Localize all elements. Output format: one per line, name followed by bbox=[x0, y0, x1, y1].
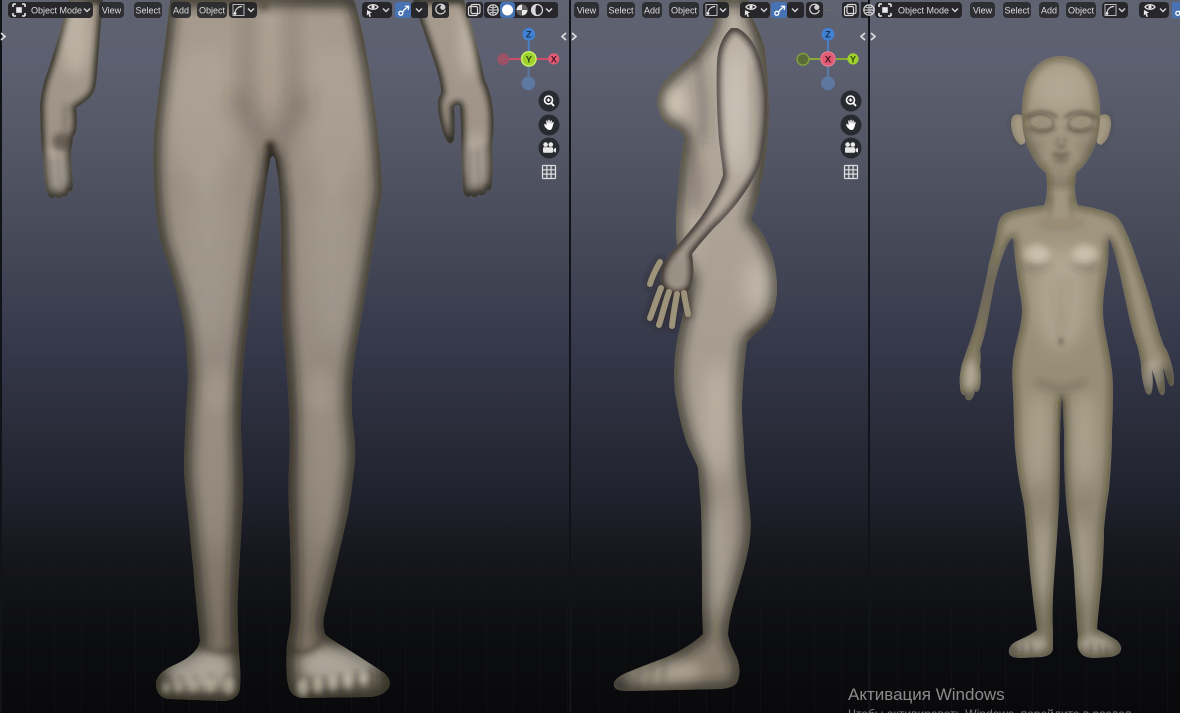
svg-text:Y: Y bbox=[526, 55, 533, 66]
svg-text:Object: Object bbox=[671, 6, 698, 16]
svg-text:View: View bbox=[577, 6, 597, 16]
svg-text:Object Mode: Object Mode bbox=[31, 6, 82, 16]
svg-text:Select: Select bbox=[1004, 6, 1030, 16]
svg-text:Object Mode: Object Mode bbox=[898, 6, 949, 16]
svg-text:Object: Object bbox=[1068, 6, 1095, 16]
svg-text:Add: Add bbox=[173, 6, 189, 16]
svg-text:Select: Select bbox=[608, 6, 634, 16]
svg-text:Object: Object bbox=[199, 6, 226, 16]
svg-text:Z: Z bbox=[526, 30, 532, 40]
svg-text:X: X bbox=[551, 54, 557, 64]
svg-text:View: View bbox=[102, 6, 122, 16]
svg-text:Select: Select bbox=[135, 6, 161, 16]
svg-text:X: X bbox=[825, 55, 832, 66]
svg-text:Add: Add bbox=[1041, 6, 1057, 16]
svg-text:Add: Add bbox=[644, 6, 660, 16]
svg-text:View: View bbox=[973, 6, 993, 16]
svg-text:Y: Y bbox=[850, 54, 856, 64]
svg-text:Z: Z bbox=[825, 30, 831, 40]
